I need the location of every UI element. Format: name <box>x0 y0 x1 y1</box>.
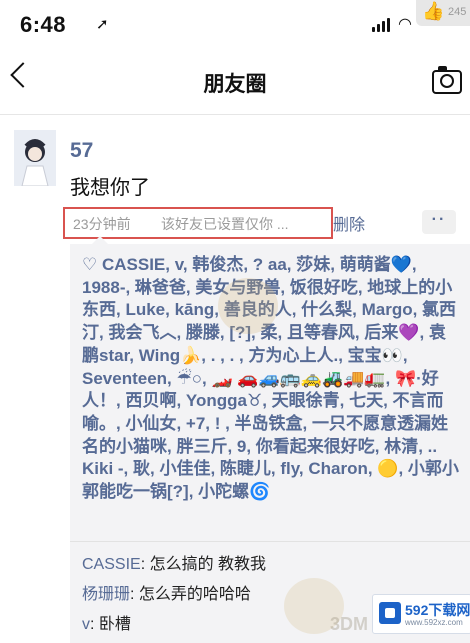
comment-text: 怎么搞的 教教我 <box>149 556 267 573</box>
site-logo: 592下载网 www.592xz.com <box>372 594 470 634</box>
camera-icon[interactable] <box>432 66 462 94</box>
watermark-text: 3DM <box>330 614 369 634</box>
status-bar: 6:48 ➚ ◠ 👍 245 <box>0 0 470 48</box>
divider <box>70 541 470 542</box>
post-text: 我想你了 <box>70 177 150 199</box>
watermark-mascot <box>218 278 278 334</box>
page-title: 朋友圈 <box>203 73 267 96</box>
site-name: 592下载网 <box>405 602 470 618</box>
comment-author[interactable]: 杨珊珊 <box>82 586 130 603</box>
logo-mark-icon <box>379 602 401 624</box>
wifi-icon: ◠ <box>398 16 412 33</box>
comment-item[interactable]: 杨珊珊: 怎么弄的哈哈哈 <box>82 580 251 604</box>
comment-text: 怎么弄的哈哈哈 <box>138 586 251 603</box>
post-time: 23分钟前 <box>73 216 131 232</box>
avatar[interactable] <box>14 130 56 186</box>
panel-pointer <box>92 236 108 244</box>
like-count: 245 <box>448 6 467 18</box>
more-actions-button[interactable]: ·· <box>422 210 456 234</box>
location-arrow-icon: ➚ <box>96 16 109 33</box>
comment-text: 卧槽 <box>98 616 131 633</box>
post-meta-highlight: 23分钟前 该好友已设置仅你 ... <box>63 207 333 239</box>
clock-time: 6:48 <box>20 12 67 37</box>
like-badge: 👍 245 <box>416 0 470 26</box>
post-author[interactable]: 57 <box>70 139 93 163</box>
thumbs-up-icon: 👍 <box>422 1 445 21</box>
comment-author[interactable]: CASSIE <box>82 556 141 573</box>
comment-item[interactable]: CASSIE: 怎么搞的 教教我 <box>82 550 266 574</box>
privacy-note[interactable]: 该好友已设置仅你 ... <box>161 214 289 234</box>
nav-bar: 朋友圈 <box>0 48 470 115</box>
comment-author[interactable]: v <box>82 616 90 633</box>
signal-icon <box>372 16 392 32</box>
delete-button[interactable]: 删除 <box>333 211 365 235</box>
heart-icon: ♡ <box>82 255 102 274</box>
site-url: www.592xz.com <box>405 618 463 627</box>
comment-item[interactable]: v: 卧槽 <box>82 610 131 634</box>
